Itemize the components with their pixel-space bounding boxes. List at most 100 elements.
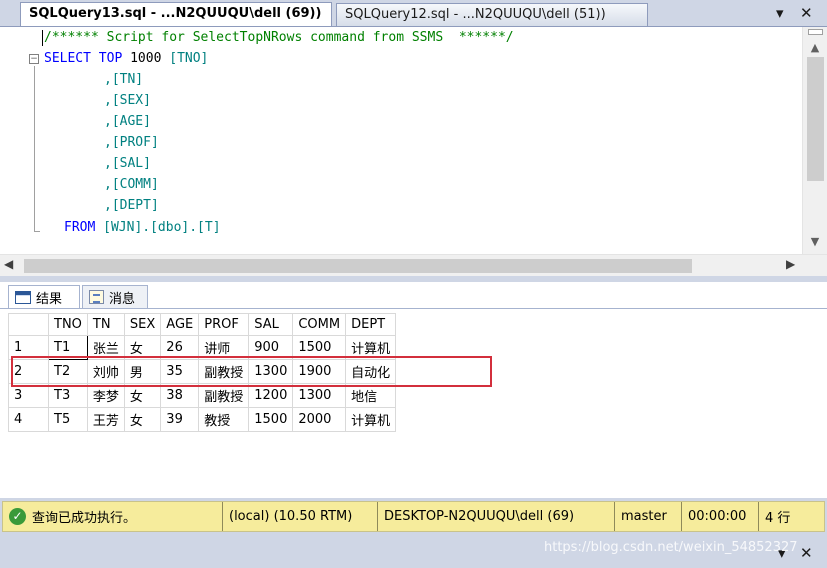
column-header[interactable]: SAL — [248, 313, 294, 336]
grid-cell[interactable]: 刘帅 — [86, 359, 125, 384]
tab-sqlquery12[interactable]: SQLQuery12.sql - ...N2QUUQU\dell (51)) — [336, 3, 648, 26]
column-dept: ,[DEPT] — [104, 198, 159, 213]
grid-cell[interactable]: 计算机 — [345, 407, 397, 432]
code-line-column: ,[DEPT] — [104, 195, 159, 216]
table-row[interactable]: 2 T2 刘帅 男 35 副教授 1300 1900 自动化 — [8, 359, 397, 384]
column-header[interactable]: AGE — [160, 313, 200, 336]
grid-cell[interactable]: 2000 — [292, 407, 347, 432]
grid-cell[interactable]: 男 — [123, 359, 162, 384]
scroll-right-icon[interactable]: ▶ — [786, 257, 795, 271]
grid-cell[interactable]: 副教授 — [198, 359, 250, 384]
column-prof: ,[PROF] — [104, 135, 159, 150]
grid-cell[interactable]: T5 — [48, 407, 88, 432]
table-row[interactable]: 4 T5 王芳 女 39 教授 1500 2000 计算机 — [8, 407, 397, 432]
column-tn: ,[TN] — [104, 72, 144, 87]
column-sex: ,[SEX] — [104, 93, 151, 108]
grid-cell[interactable]: 王芳 — [86, 407, 125, 432]
row-header-corner[interactable] — [8, 313, 49, 336]
grid-icon — [15, 290, 31, 304]
grid-cell[interactable]: 副教授 — [198, 383, 250, 408]
table-row[interactable]: 1 T1 张兰 女 26 讲师 900 1500 计算机 — [8, 335, 397, 360]
table-row[interactable]: 3 T3 李梦 女 38 副教授 1200 1300 地信 — [8, 383, 397, 408]
tab-dropdown-icon[interactable]: ▾ — [776, 4, 784, 22]
results-grid: TNO TN SEX AGE PROF SAL COMM DEPT 1 T1 张… — [8, 313, 397, 432]
grid-cell[interactable]: 38 — [160, 383, 200, 408]
status-row-count: 4 行 — [759, 502, 819, 531]
splitter-handle[interactable] — [808, 29, 823, 35]
results-tab-strip: 结果 消息 — [0, 282, 827, 308]
code-line-column: ,[TN] — [104, 69, 143, 90]
column-header[interactable]: COMM — [292, 313, 347, 336]
scroll-left-icon[interactable]: ◀ — [4, 257, 13, 271]
code-line-column: ,[PROF] — [104, 132, 159, 153]
status-message: 查询已成功执行。 — [32, 511, 137, 526]
grid-cell[interactable]: 李梦 — [86, 383, 125, 408]
grid-cell[interactable]: 女 — [123, 407, 162, 432]
table-name: [WJN].[dbo].[T] — [103, 220, 221, 235]
grid-cell[interactable]: 女 — [123, 383, 162, 408]
database-label: master — [621, 509, 667, 524]
elapsed-label: 00:00:00 — [688, 509, 747, 524]
horizontal-scroll-thumb[interactable] — [24, 259, 692, 273]
pane-close-icon[interactable]: ✕ — [800, 544, 813, 562]
scroll-up-icon[interactable]: ▲ — [803, 39, 827, 57]
grid-cell[interactable]: 教授 — [198, 407, 250, 432]
grid-cell[interactable]: 计算机 — [345, 335, 397, 360]
grid-cell[interactable]: 1200 — [248, 383, 294, 408]
scroll-down-icon[interactable]: ▼ — [803, 233, 827, 251]
grid-cell[interactable]: 900 — [248, 335, 294, 360]
vertical-scroll-thumb[interactable] — [807, 57, 824, 181]
row-number[interactable]: 4 — [8, 407, 49, 432]
column-sal: ,[SAL] — [104, 156, 151, 171]
header-row: TNO TN SEX AGE PROF SAL COMM DEPT — [8, 313, 397, 336]
column-header[interactable]: TNO — [48, 313, 88, 336]
query-editor[interactable]: /****** Script for SelectTopNRows comman… — [0, 26, 827, 255]
grid-cell[interactable]: 1500 — [292, 335, 347, 360]
grid-cell[interactable]: 1500 — [248, 407, 294, 432]
status-server: (local) (10.50 RTM) — [223, 502, 378, 531]
column-comm: ,[COMM] — [104, 177, 159, 192]
code-line-column: ,[SEX] — [104, 90, 151, 111]
column-header[interactable]: PROF — [198, 313, 250, 336]
grid-cell[interactable]: T1 — [48, 335, 88, 360]
grid-cell[interactable]: 1900 — [292, 359, 347, 384]
grid-cell[interactable]: 讲师 — [198, 335, 250, 360]
grid-cell[interactable]: 张兰 — [86, 335, 125, 360]
grid-cell[interactable]: T2 — [48, 359, 88, 384]
tab-sqlquery13-label: SQLQuery13.sql - ...N2QUUQU\dell (69)) — [29, 6, 322, 21]
grid-cell[interactable]: 1300 — [248, 359, 294, 384]
code-area[interactable]: /****** Script for SelectTopNRows comman… — [0, 27, 802, 255]
column-header[interactable]: DEPT — [345, 313, 397, 336]
editor-horizontal-scrollbar[interactable]: ◀ ▶ — [0, 254, 827, 276]
grid-cell[interactable]: T3 — [48, 383, 88, 408]
column-header[interactable]: TN — [86, 313, 125, 336]
outline-guide-end — [34, 231, 40, 232]
status-bar: ✓ 查询已成功执行。 (local) (10.50 RTM) DESKTOP-N… — [2, 501, 825, 532]
status-elapsed: 00:00:00 — [682, 502, 759, 531]
grid-cell[interactable]: 地信 — [345, 383, 397, 408]
grid-cell[interactable]: 自动化 — [345, 359, 397, 384]
status-message-segment: ✓ 查询已成功执行。 — [3, 502, 223, 531]
column-header[interactable]: SEX — [123, 313, 162, 336]
row-count-label: 4 行 — [765, 511, 791, 526]
code-line-from: FROM [WJN].[dbo].[T] — [64, 217, 221, 238]
tab-sqlquery13[interactable]: SQLQuery13.sql - ...N2QUUQU\dell (69)) — [20, 2, 332, 26]
code-comment: /****** Script for SelectTopNRows comman… — [44, 30, 514, 45]
tab-results[interactable]: 结果 — [8, 285, 80, 308]
editor-vertical-scrollbar[interactable]: ▲ ▼ — [802, 27, 827, 255]
close-tab-icon[interactable]: ✕ — [800, 4, 813, 22]
grid-cell[interactable]: 35 — [160, 359, 200, 384]
collapse-toggle-icon[interactable]: − — [29, 54, 39, 64]
row-number[interactable]: 1 — [8, 335, 49, 360]
tab-messages[interactable]: 消息 — [82, 285, 148, 308]
top-number: 1000 — [130, 51, 162, 66]
grid-cell[interactable]: 1300 — [292, 383, 347, 408]
row-number[interactable]: 2 — [8, 359, 49, 384]
row-number[interactable]: 3 — [8, 383, 49, 408]
grid-cell[interactable]: 39 — [160, 407, 200, 432]
column-age: ,[AGE] — [104, 114, 151, 129]
grid-cell[interactable]: 女 — [123, 335, 162, 360]
text-caret — [42, 30, 43, 46]
status-database: master — [615, 502, 682, 531]
grid-cell[interactable]: 26 — [160, 335, 200, 360]
